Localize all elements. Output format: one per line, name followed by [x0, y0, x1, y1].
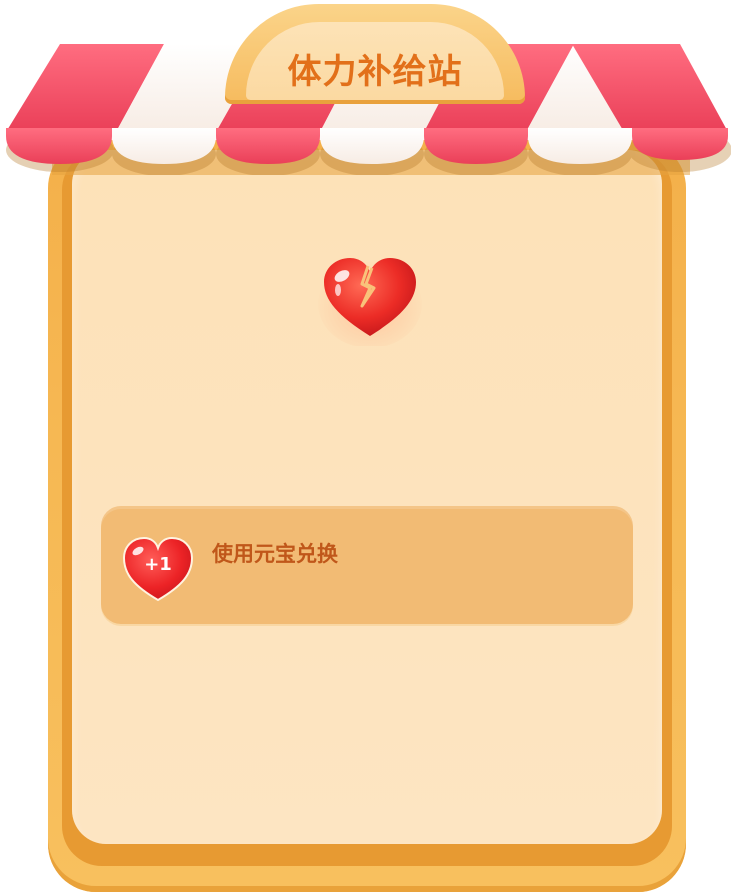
broken-heart-icon — [318, 258, 422, 346]
exchange-label: 使用元宝兑换 — [212, 542, 338, 566]
shop-title: 体力补给站 — [287, 52, 463, 92]
heart-plus-badge: +1 — [144, 554, 172, 575]
stamina-shop-dialog: 体力补给站 +1 使用元宝兑换 — [0, 0, 735, 896]
